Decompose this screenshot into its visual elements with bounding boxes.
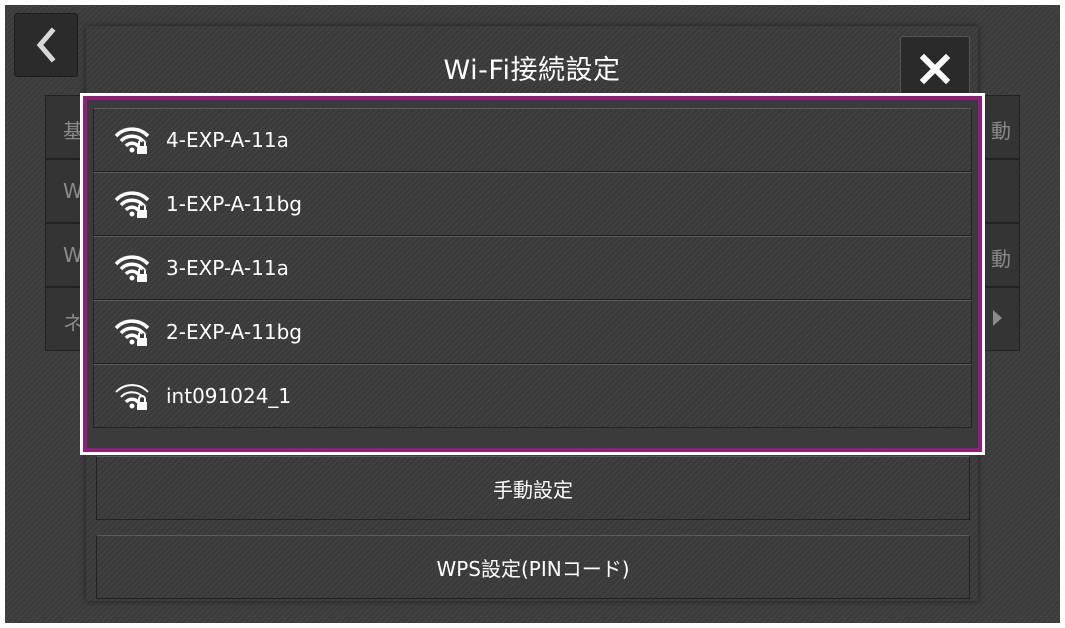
back-button[interactable] [14, 13, 78, 77]
chevron-right-icon [993, 310, 1002, 326]
wifi-locked-icon [114, 253, 150, 283]
network-item[interactable]: 4-EXP-A-11a [93, 108, 972, 172]
close-icon [920, 54, 950, 84]
wifi-locked-icon [114, 317, 150, 347]
screen: 基 W W ネ 動 動 Wi-Fi接続設定 4-EXP-A-11a 1-EXP-… [5, 5, 1060, 623]
network-item[interactable]: int091024_1 [93, 364, 972, 428]
network-item[interactable]: 3-EXP-A-11a [93, 236, 972, 300]
background-row-value: 動 [991, 119, 1011, 143]
network-ssid: int091024_1 [166, 384, 292, 408]
wifi-locked-icon [114, 125, 150, 155]
network-ssid: 1-EXP-A-11bg [166, 192, 302, 216]
background-row-value: 動 [991, 247, 1011, 271]
network-item[interactable]: 1-EXP-A-11bg [93, 172, 972, 236]
wifi-settings-dialog: Wi-Fi接続設定 4-EXP-A-11a 1-EXP-A-11bg 3-EXP… [80, 26, 985, 601]
network-ssid: 3-EXP-A-11a [166, 256, 289, 280]
wps-pin-setup-button[interactable]: WPS設定(PINコード) [96, 535, 970, 599]
network-ssid: 2-EXP-A-11bg [166, 320, 302, 344]
chevron-left-icon [36, 27, 56, 63]
network-list-highlight: 4-EXP-A-11a 1-EXP-A-11bg 3-EXP-A-11a 2-E… [80, 93, 985, 455]
wifi-locked-weak-icon [114, 381, 150, 411]
network-ssid: 4-EXP-A-11a [166, 128, 289, 152]
wifi-locked-icon [114, 189, 150, 219]
network-item[interactable]: 2-EXP-A-11bg [93, 300, 972, 364]
manual-setup-button[interactable]: 手動設定 [96, 456, 970, 520]
dialog-title: Wi-Fi接続設定 [443, 55, 621, 86]
network-list: 4-EXP-A-11a 1-EXP-A-11bg 3-EXP-A-11a 2-E… [83, 96, 982, 452]
